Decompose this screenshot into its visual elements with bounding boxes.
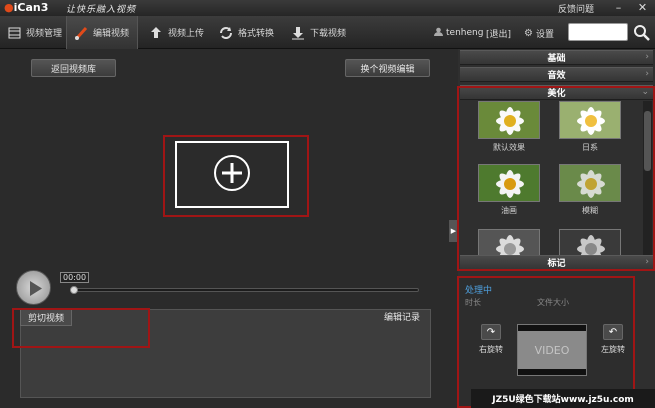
logout-link[interactable]: [退出] [486,27,511,40]
time-display: 00:00 [60,272,90,283]
user-icon [434,27,443,39]
tab-video-upload[interactable]: 视频上传 [142,16,212,49]
timeline-handle[interactable] [70,286,78,294]
tab-label: 下载视频 [310,29,347,39]
plus-circle-icon [213,154,251,195]
timeline-track[interactable] [72,288,419,292]
switch-video-button[interactable]: 换个视频编辑 [345,59,430,77]
section-label: 基础 [547,54,566,64]
tab-label: 视频上传 [168,29,205,39]
tab-label: 视频管理 [26,29,63,39]
play-icon [30,281,42,296]
title-bar: ●iCan3 让快乐融入视频 反馈问题 – ✕ [0,0,655,16]
app-slogan: 让快乐融入视频 [66,5,137,15]
section-label: 音效 [547,71,566,81]
close-icon[interactable]: ✕ [636,1,649,14]
settings-label: 设置 [535,30,554,40]
download-icon [290,25,306,41]
tab-download-video[interactable]: 下载视频 [284,16,354,49]
chevron-right-icon: › [645,69,649,79]
feedback-link[interactable]: 反馈问题 [558,2,594,15]
tab-edit-video[interactable]: 编辑视频 [66,16,138,49]
convert-icon [218,25,234,41]
user-info: tenheng [434,27,483,39]
highlight-box [457,86,655,271]
film-icon [6,25,22,41]
tab-label: 编辑视频 [93,29,130,39]
gear-icon: ⚙ [524,28,533,39]
settings-button[interactable]: ⚙ 设置 [524,27,554,40]
main-toolbar: 视频管理 编辑视频 视频上传 格式转换 下载视频 tenheng [退出] ⚙ … [0,16,655,49]
section-audio[interactable]: 音效 › [460,67,653,82]
tab-video-manage[interactable]: 视频管理 [0,16,66,49]
play-button[interactable] [16,270,51,305]
site-watermark: JZ5U绿色下载站www.jz5u.com [471,389,655,408]
upload-icon [148,25,164,41]
chevron-right-icon: › [645,52,649,62]
tab-label: 格式转换 [238,29,275,39]
highlight-box [12,308,150,348]
username: tenheng [446,28,484,38]
section-basic[interactable]: 基础 › [460,50,653,65]
search-icon[interactable] [633,24,651,42]
add-video-area[interactable] [175,141,289,208]
tab-format-convert[interactable]: 格式转换 [212,16,284,49]
brush-icon [73,25,89,41]
back-to-library-button[interactable]: 返回视频库 [31,59,116,77]
app-logo: ●iCan3 [4,1,49,14]
minimize-icon[interactable]: – [612,1,625,14]
search-input[interactable] [568,23,628,41]
edit-log-label[interactable]: 编辑记录 [384,310,420,323]
